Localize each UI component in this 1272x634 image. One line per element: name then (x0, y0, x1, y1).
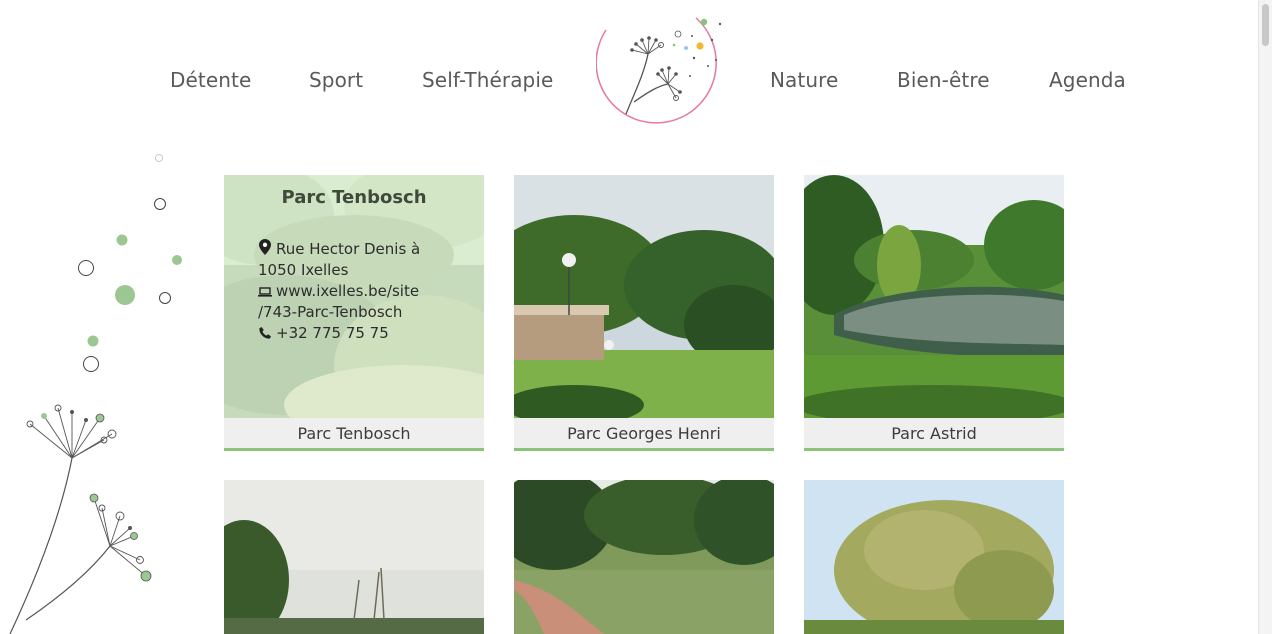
card-park-5[interactable] (514, 480, 774, 634)
nav-nature[interactable]: Nature (770, 68, 838, 92)
card-caption: Parc Tenbosch (224, 418, 484, 451)
info-overlay: Parc Tenbosch Rue Hector Denis à 1050 Ix… (224, 175, 484, 418)
card-parc-georges-henri[interactable]: Parc Georges Henri (514, 175, 774, 451)
dandelion-decoration (9, 154, 182, 634)
card-caption: Parc Astrid (804, 418, 1064, 451)
nav-agenda[interactable]: Agenda (1049, 68, 1126, 92)
phone-icon (259, 327, 271, 339)
website-link-continued[interactable]: /743-Parc-Tenbosch (258, 303, 402, 321)
park-photo-5 (514, 480, 774, 634)
nav-sport[interactable]: Sport (309, 68, 363, 92)
nav-detente[interactable]: Détente (170, 68, 251, 92)
map-marker-icon (259, 239, 271, 255)
phone-line: +32 775 75 75 (258, 323, 468, 344)
scrollbar-thumb[interactable] (1262, 4, 1269, 46)
website-line-2: /743-Parc-Tenbosch (258, 302, 468, 323)
site-logo[interactable] (596, 10, 734, 134)
laptop-icon (258, 287, 272, 297)
card-park-4[interactable] (224, 480, 484, 634)
address-line-2: 1050 Ixelles (258, 261, 349, 279)
website-line: www.ixelles.be/site (258, 281, 468, 302)
park-photo-4 (224, 480, 484, 634)
park-photo-georges-henri (514, 175, 774, 418)
card-parc-tenbosch[interactable]: Parc Tenbosch Rue Hector Denis à 1050 Ix… (224, 175, 484, 451)
nav-bien-etre[interactable]: Bien-être (897, 68, 990, 92)
vertical-scrollbar[interactable] (1258, 0, 1272, 634)
card-parc-astrid[interactable]: Parc Astrid (804, 175, 1064, 451)
card-park-6[interactable] (804, 480, 1064, 634)
park-photo-astrid (804, 175, 1064, 418)
park-photo-6 (804, 480, 1064, 634)
card-caption: Parc Georges Henri (514, 418, 774, 451)
nav-self-therapie[interactable]: Self-Thérapie (422, 68, 553, 92)
overlay-title: Parc Tenbosch (281, 187, 427, 208)
website-link[interactable]: www.ixelles.be/site (276, 282, 419, 300)
address-line: Rue Hector Denis à (258, 239, 468, 260)
